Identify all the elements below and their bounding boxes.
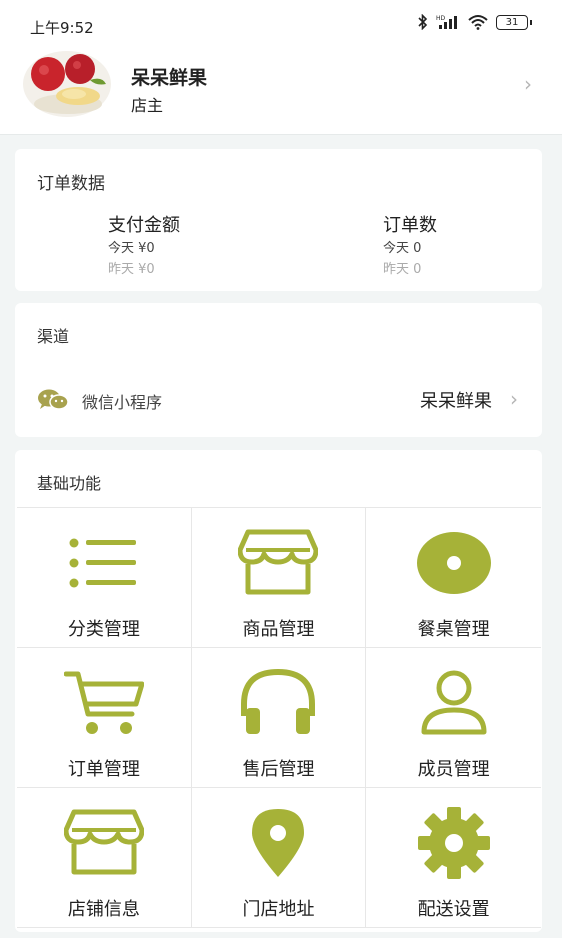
battery-icon: 31	[496, 14, 532, 30]
pay-amount-title: 支付金额	[108, 215, 180, 236]
function-label: 分类管理	[67, 619, 140, 640]
order-count-title: 订单数	[383, 215, 437, 236]
function-table-management[interactable]: 餐桌管理	[366, 508, 541, 648]
channel-card: 渠道 微信小程序 呆呆鲜果 ›	[15, 303, 542, 437]
headphones-icon	[241, 668, 316, 734]
profile-header[interactable]: 呆呆鲜果 店主 ›	[0, 50, 562, 135]
function-member-management[interactable]: 成员管理	[366, 648, 541, 788]
chevron-right-icon: ›	[510, 387, 518, 411]
wechat-icon	[38, 389, 69, 410]
channel-value: 呆呆鲜果	[420, 391, 492, 412]
basic-functions-card: 基础功能 分类管理 商品管理 餐桌管理 订单管理 售后管理 成员管理 店铺信息 …	[15, 450, 542, 932]
function-product-management[interactable]: 商品管理	[191, 508, 367, 648]
function-delivery-settings[interactable]: 配送设置	[366, 788, 541, 928]
channel-title: 渠道	[37, 327, 70, 346]
gear-icon	[417, 807, 490, 879]
cart-icon	[63, 671, 144, 734]
pay-amount-today: 今天 ¥0	[108, 241, 155, 256]
bluetooth-icon	[418, 14, 428, 30]
status-bar: 上午9:52 HD 31	[0, 0, 562, 50]
disc-icon	[416, 532, 491, 594]
functions-title: 基础功能	[37, 474, 102, 493]
function-order-management[interactable]: 订单管理	[17, 648, 192, 788]
function-label: 配送设置	[417, 899, 490, 920]
function-label: 成员管理	[417, 759, 490, 780]
signal-icon: HD	[436, 15, 457, 29]
function-after-sales-management[interactable]: 售后管理	[191, 648, 367, 788]
functions-grid: 分类管理 商品管理 餐桌管理 订单管理 售后管理 成员管理 店铺信息 门店地址 …	[17, 507, 541, 928]
avatar	[23, 51, 111, 117]
pay-amount-yesterday: 昨天 ¥0	[108, 262, 155, 277]
chevron-right-icon: ›	[524, 72, 532, 96]
function-label: 门店地址	[242, 899, 315, 920]
status-time: 上午9:52	[30, 19, 94, 37]
function-category-management[interactable]: 分类管理	[17, 508, 192, 648]
storefront-icon	[238, 529, 319, 595]
wifi-icon	[468, 15, 488, 30]
function-store-address[interactable]: 门店地址	[191, 788, 367, 928]
function-label: 订单管理	[67, 759, 140, 780]
user-role: 店主	[131, 96, 164, 115]
order-count-yesterday: 昨天 0	[383, 262, 422, 277]
function-label: 餐桌管理	[417, 619, 490, 640]
function-label: 商品管理	[242, 619, 315, 640]
function-label: 售后管理	[242, 759, 315, 780]
order-data-card: 订单数据 支付金额 今天 ¥0 昨天 ¥0 订单数 今天 0 昨天 0	[15, 149, 542, 291]
shop-name: 呆呆鲜果	[131, 67, 208, 89]
storefront-icon	[63, 809, 144, 875]
status-icons: HD 31	[417, 14, 532, 30]
channel-name: 微信小程序	[82, 393, 163, 412]
function-store-info[interactable]: 店铺信息	[17, 788, 192, 928]
order-data-title: 订单数据	[37, 174, 105, 194]
function-label: 店铺信息	[67, 899, 140, 920]
order-count-today: 今天 0	[383, 241, 422, 256]
person-icon	[421, 670, 487, 735]
list-icon	[69, 538, 136, 588]
svg-text:HD: HD	[436, 15, 446, 22]
location-pin-icon	[252, 809, 305, 877]
